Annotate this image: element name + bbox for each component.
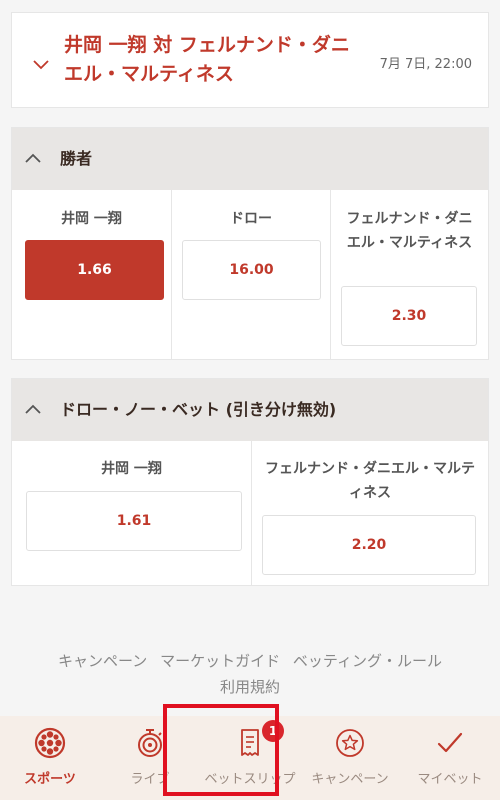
stopwatch-icon — [138, 729, 162, 757]
outcome-name: ドロー — [230, 211, 272, 227]
outcome-name: フェルナンド・ダニエル・マルティネス — [346, 211, 473, 251]
outcome-column: フェルナンド・ダニエル・マルティネス 2.30 — [331, 190, 488, 359]
star-icon — [336, 729, 364, 757]
footer-link-betting-rules[interactable]: ベッティング・ルール — [293, 652, 442, 670]
outcome-name: 井岡 一翔 — [61, 211, 122, 227]
match-time: 7月 7日, 22:00 — [379, 57, 472, 72]
footer-link-terms[interactable]: 利用規約 — [220, 678, 280, 696]
outcome-name: 井岡 一翔 — [101, 461, 162, 477]
nav-item-my-bets[interactable]: マイベット — [400, 716, 500, 800]
footer-link-market-guide[interactable]: マーケットガイド — [160, 652, 280, 670]
outcome-column: ドロー 16.00 — [172, 190, 331, 359]
match-header[interactable]: 井岡 一翔 対 フェルナンド・ダニエル・マルティネス 7月 7日, 22:00 — [11, 12, 489, 108]
nav-label: マイベット — [417, 772, 483, 787]
chevron-down-icon[interactable] — [32, 55, 50, 73]
match-title: 井岡 一翔 対 フェルナンド・ダニエル・マルティネス — [64, 34, 350, 85]
market-draw-no-bet: ドロー・ノー・ベット (引き分け無効) 井岡 一翔 1.61 フェルナンド・ダニ… — [11, 378, 489, 586]
odds-button[interactable]: 1.61 — [26, 491, 242, 551]
page: 井岡 一翔 対 フェルナンド・ダニエル・マルティネス 7月 7日, 22:00 … — [0, 0, 500, 800]
chevron-up-icon[interactable] — [24, 401, 42, 419]
betslip-highlight-box — [163, 704, 279, 796]
odds-button[interactable]: 2.20 — [262, 515, 476, 575]
outcome-column: フェルナンド・ダニエル・マルティネス 2.20 — [252, 441, 488, 585]
odds-button[interactable]: 2.30 — [341, 286, 477, 346]
market-title: ドロー・ノー・ベット (引き分け無効) — [60, 400, 337, 419]
market-title: 勝者 — [60, 149, 93, 168]
nav-label: キャンペーン — [311, 772, 389, 787]
nav-item-campaign[interactable]: キャンペーン — [300, 716, 400, 800]
footer-links: キャンペーン マーケットガイド ベッティング・ルール 利用規約 — [0, 648, 500, 700]
outcome-column: 井岡 一翔 1.61 — [12, 441, 252, 585]
nav-label: スポーツ — [24, 772, 76, 787]
checkmark-icon — [437, 732, 463, 753]
odds-button[interactable]: 16.00 — [182, 240, 321, 300]
market-winner: 勝者 井岡 一翔 1.66 ドロー 16.00 フェルナンド・ダニエル・マルティ… — [11, 127, 489, 360]
sports-ball-icon — [34, 727, 66, 759]
footer-link-campaign[interactable]: キャンペーン — [58, 652, 147, 670]
market-header[interactable]: ドロー・ノー・ベット (引き分け無効) — [12, 379, 488, 441]
market-header[interactable]: 勝者 — [12, 128, 488, 190]
chevron-up-icon[interactable] — [24, 150, 42, 168]
outcome-name: フェルナンド・ダニエル・マルティネス — [265, 461, 475, 501]
odds-button[interactable]: 1.66 — [25, 240, 164, 300]
nav-item-sports[interactable]: スポーツ — [0, 716, 100, 800]
outcome-column: 井岡 一翔 1.66 — [12, 190, 172, 359]
